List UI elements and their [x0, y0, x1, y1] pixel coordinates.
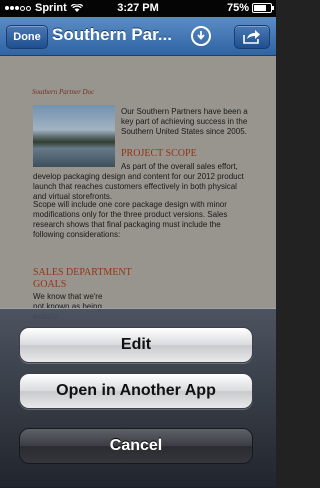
navigation-bar: Done Southern Par... — [0, 17, 276, 56]
cancel-button[interactable]: Cancel — [19, 428, 253, 464]
status-bar: Sprint 3:27 PM 75% — [0, 0, 276, 17]
screen: Sprint 3:27 PM 75% Done Southern Par... … — [0, 0, 276, 488]
share-button[interactable] — [234, 25, 270, 49]
edit-button[interactable]: Edit — [19, 327, 253, 363]
done-button[interactable]: Done — [6, 25, 48, 49]
battery-icon — [252, 3, 274, 13]
battery-percent: 75% — [226, 2, 249, 14]
share-icon — [243, 30, 260, 44]
download-icon[interactable] — [191, 26, 211, 46]
action-sheet: Edit Open in Another App Cancel — [0, 308, 276, 488]
document-title: Southern Par... — [52, 25, 172, 44]
open-in-another-app-button[interactable]: Open in Another App — [19, 373, 253, 409]
battery-group: 75% — [226, 2, 274, 14]
